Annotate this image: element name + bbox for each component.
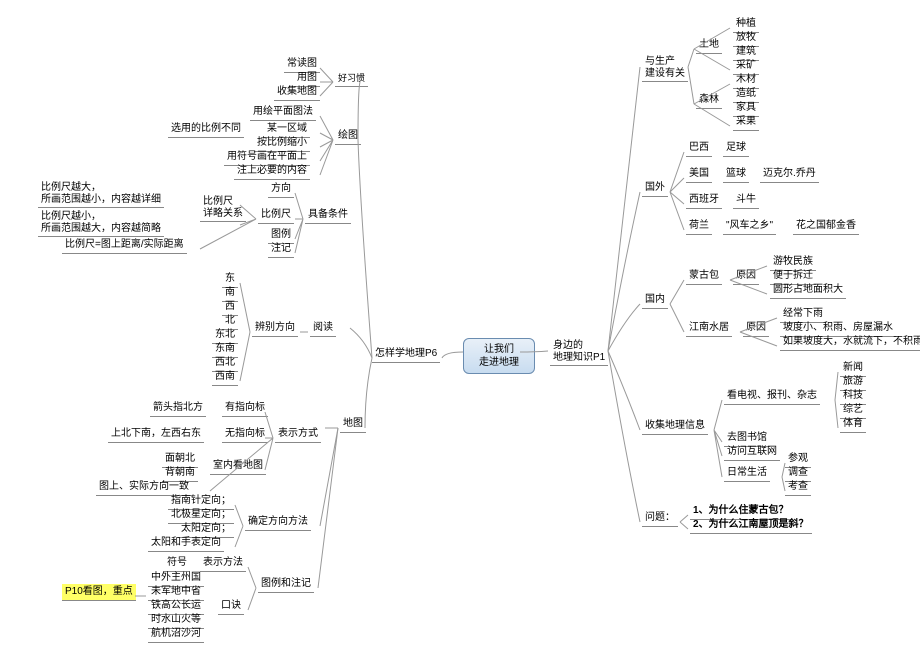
el-1: 比例尺 [258, 207, 294, 224]
main-left[interactable]: 怎样学地理P6 [372, 346, 440, 363]
el-3: 注记 [268, 241, 294, 258]
scalerel-label: 比例尺详略关系 [200, 195, 246, 222]
holland-label: 荷兰 [686, 218, 712, 235]
nocompass-label: 无指向标 [222, 426, 268, 443]
el-0: 方向 [268, 181, 294, 198]
q-label: 问题： [642, 510, 678, 527]
tv-4: 体育 [840, 416, 866, 433]
mongol-2: 圆形占地面积大 [770, 282, 846, 299]
jiangnan-cause: 原因 [743, 320, 769, 337]
foreign-label: 国外 [642, 180, 668, 197]
collect-label: 收集地理信息 [642, 418, 708, 435]
jiangnan-label: 江南水居 [686, 320, 732, 337]
method-label: 确定方向方法 [245, 514, 311, 531]
holland-extra: 花之国郁金香 [793, 218, 859, 235]
read-sub: 辨别方向 [252, 320, 298, 337]
daily-2: 考查 [785, 479, 811, 496]
q2: 2、为什么江南屋顶是斜？ [690, 517, 812, 534]
forest-label: 森林 [696, 92, 722, 109]
jiangnan-2: 如果坡度大，水就流下，不积雨 [780, 334, 920, 351]
usa-label: 美国 [686, 166, 712, 183]
rhyme-label: 口诀 [218, 598, 244, 615]
spain-item: 斗牛 [733, 192, 759, 209]
legend-label: 图例和注记 [258, 576, 314, 593]
rhyme-4: 航机沼沙河 [148, 626, 204, 643]
tv-label: 看电视、报刊、杂志 [724, 388, 820, 405]
net: 访问互联网 [724, 444, 780, 461]
compass-label: 有指向标 [222, 400, 268, 417]
nocompass-item: 上北下南，左西右东 [108, 426, 204, 443]
draw-scale: 选用的比例不同 [168, 121, 244, 138]
mongol-label: 蒙古包 [686, 268, 722, 285]
indoor-label: 室内看地图 [210, 458, 266, 475]
habit-label: 好习惯 [335, 70, 368, 87]
forest-3: 采果 [733, 114, 759, 131]
elements-label: 具备条件 [305, 207, 351, 224]
spain-label: 西班牙 [686, 192, 722, 209]
draw-top: 用绘平面图法 [250, 104, 316, 121]
holland-item: "风车之乡" [723, 218, 776, 235]
dir-7: 西南 [212, 369, 238, 386]
domestic-label: 国内 [642, 292, 668, 309]
habit-2: 收集地图 [274, 84, 320, 101]
prod-label: 与生产建设有关 [642, 55, 688, 82]
map-label: 地图 [340, 416, 366, 433]
scalerel-big: 比例尺越大，所画范围越小，内容越详细 [38, 181, 164, 208]
draw-label: 绘图 [335, 128, 361, 145]
method-3: 太阳和手表定向 [148, 535, 224, 552]
daily-label: 日常生活 [724, 465, 770, 482]
compass-item: 箭头指北方 [150, 400, 206, 417]
usa-extra: 迈克尔.乔丹 [760, 166, 819, 183]
mongol-cause: 原因 [733, 268, 759, 285]
scalerel-small: 比例尺越小，所画范围越大，内容越简略 [38, 210, 164, 237]
read-label: 阅读 [310, 320, 336, 337]
main-right[interactable]: 身边的地理知识P1 [550, 339, 608, 366]
brazil-label: 巴西 [686, 140, 712, 157]
usa-item: 篮球 [723, 166, 749, 183]
brazil-item: 足球 [723, 140, 749, 157]
land-label: 土地 [696, 37, 722, 54]
symbol-label: 表示方法 [200, 555, 246, 572]
show-label: 表示方式 [275, 426, 321, 443]
scalerel-formula: 比例尺=图上距离/实际距离 [62, 237, 187, 254]
center-node[interactable]: 让我们走进地理 [463, 338, 535, 374]
draw-3: 注上必要的内容 [234, 163, 310, 180]
p10-highlight: P10看图，重点 [62, 584, 136, 601]
